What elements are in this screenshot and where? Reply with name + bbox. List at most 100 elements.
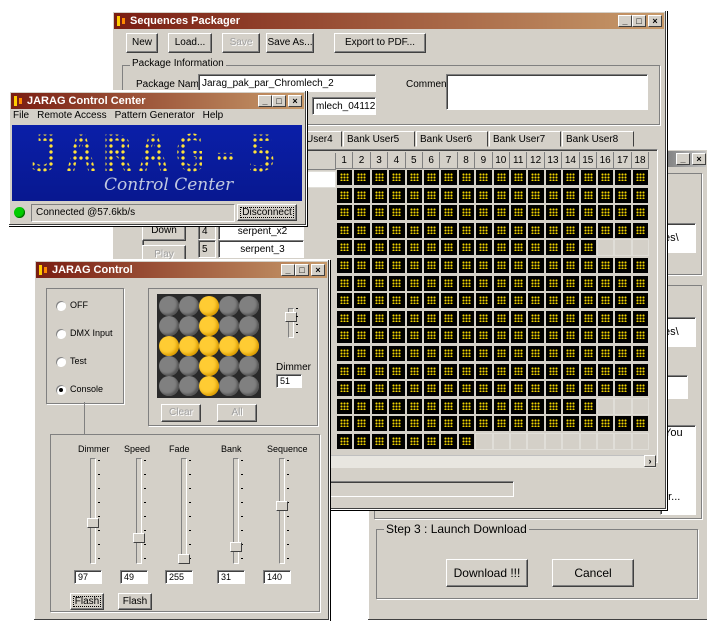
save-button[interactable]: Save: [222, 33, 260, 53]
sequence-cell[interactable]: [631, 433, 650, 450]
sequence-cell[interactable]: [492, 204, 510, 222]
sequence-cell[interactable]: [475, 345, 493, 362]
download-button[interactable]: Download !!!: [446, 559, 528, 587]
sequence-cell[interactable]: [457, 327, 476, 345]
sequence-cell[interactable]: [440, 397, 458, 415]
sequence-cell[interactable]: [597, 397, 615, 415]
close-icon[interactable]: ×: [648, 15, 662, 27]
sequence-cell[interactable]: [370, 239, 389, 257]
flash-button-2[interactable]: Flash: [118, 593, 152, 610]
sequence-cell[interactable]: [457, 309, 476, 327]
sequence-cell[interactable]: [336, 380, 354, 398]
sequence-cell[interactable]: [510, 380, 528, 398]
led-cell[interactable]: [239, 376, 259, 396]
disconnect-button[interactable]: Disconnect: [237, 204, 297, 221]
sequence-cell[interactable]: [423, 221, 441, 239]
sequence-cell[interactable]: [457, 239, 476, 257]
sequence-cell[interactable]: [475, 415, 493, 433]
sequence-cell[interactable]: [614, 415, 632, 433]
sequence-cell[interactable]: [510, 397, 528, 415]
sequence-cell[interactable]: [457, 169, 476, 186]
sequence-cell[interactable]: [614, 274, 632, 292]
sequence-cell[interactable]: [614, 257, 632, 274]
fader-value[interactable]: 140: [263, 570, 291, 584]
sequence-cell[interactable]: [423, 362, 441, 380]
sequence-cell[interactable]: [579, 292, 597, 310]
fader-value[interactable]: 255: [165, 570, 193, 584]
sequence-cell[interactable]: [597, 221, 615, 239]
sequence-cell[interactable]: [405, 221, 423, 239]
sequence-cell[interactable]: [440, 415, 458, 433]
sequence-cell[interactable]: [388, 186, 406, 204]
sequence-cell[interactable]: [475, 274, 493, 292]
sequence-cell[interactable]: [597, 380, 615, 398]
sequence-cell[interactable]: [475, 186, 493, 204]
sequence-cell[interactable]: [370, 327, 389, 345]
sequence-cell[interactable]: [388, 239, 406, 257]
led-cell[interactable]: [239, 336, 259, 356]
sequence-cell[interactable]: [336, 362, 354, 380]
sequence-cell[interactable]: [527, 186, 545, 204]
fader-thumb[interactable]: [276, 501, 288, 512]
sequence-cell[interactable]: [353, 239, 371, 257]
sequence-cell[interactable]: [388, 345, 406, 362]
sequence-cell[interactable]: [388, 397, 406, 415]
load-button[interactable]: Load...: [168, 33, 212, 53]
sequence-cell[interactable]: [527, 433, 545, 450]
sequence-cell[interactable]: [510, 292, 528, 310]
sequence-cell[interactable]: [510, 239, 528, 257]
sequence-cell[interactable]: [353, 397, 371, 415]
fader-value[interactable]: 31: [217, 570, 245, 584]
sequence-cell[interactable]: [388, 274, 406, 292]
sequence-cell[interactable]: [544, 345, 563, 362]
sequence-cell[interactable]: [597, 415, 615, 433]
sequence-cell[interactable]: [336, 169, 354, 186]
sequence-cell[interactable]: [353, 274, 371, 292]
sequence-cell[interactable]: [492, 433, 510, 450]
sequence-cell[interactable]: [370, 433, 389, 450]
sequence-cell[interactable]: [405, 186, 423, 204]
maximize-icon[interactable]: □: [272, 95, 286, 107]
sequence-cell[interactable]: [423, 186, 441, 204]
sequence-cell[interactable]: [614, 380, 632, 398]
sequence-cell[interactable]: [614, 169, 632, 186]
sequence-cell[interactable]: [440, 221, 458, 239]
sequence-cell[interactable]: [457, 204, 476, 222]
fader-thumb[interactable]: [133, 532, 145, 543]
sequence-cell[interactable]: [440, 345, 458, 362]
sequence-cell[interactable]: [544, 362, 563, 380]
sequence-cell[interactable]: [631, 397, 650, 415]
sequence-cell[interactable]: [423, 397, 441, 415]
menu-help[interactable]: Help: [203, 110, 224, 124]
sequence-cell[interactable]: [388, 433, 406, 450]
sequence-cell[interactable]: [353, 309, 371, 327]
sequence-cell[interactable]: [405, 239, 423, 257]
sequence-cell[interactable]: [457, 415, 476, 433]
sequence-cell[interactable]: [527, 221, 545, 239]
sequence-cell[interactable]: [562, 397, 580, 415]
sequence-cell[interactable]: [336, 204, 354, 222]
sequence-cell[interactable]: [405, 169, 423, 186]
sequence-cell[interactable]: [492, 362, 510, 380]
sequence-cell[interactable]: [353, 221, 371, 239]
sequence-cell[interactable]: [336, 257, 354, 274]
sequence-cell[interactable]: [597, 274, 615, 292]
sequence-cell[interactable]: [631, 327, 650, 345]
sequence-cell[interactable]: [510, 415, 528, 433]
sequence-cell[interactable]: [614, 204, 632, 222]
led-cell[interactable]: [219, 296, 239, 316]
new-button[interactable]: New: [126, 33, 158, 53]
minimize-icon[interactable]: _: [618, 15, 632, 27]
sequence-cell[interactable]: [457, 186, 476, 204]
sequence-cell[interactable]: [527, 169, 545, 186]
sequence-cell[interactable]: [475, 204, 493, 222]
sequence-cell[interactable]: [353, 362, 371, 380]
sequence-cell[interactable]: [510, 327, 528, 345]
maximize-icon[interactable]: □: [295, 264, 309, 276]
led-cell[interactable]: [219, 376, 239, 396]
save-as-button[interactable]: Save As...: [266, 33, 314, 53]
sequence-cell[interactable]: [336, 186, 354, 204]
fader-thumb[interactable]: [87, 517, 99, 528]
led-cell[interactable]: [159, 336, 179, 356]
sequence-cell[interactable]: [579, 239, 597, 257]
